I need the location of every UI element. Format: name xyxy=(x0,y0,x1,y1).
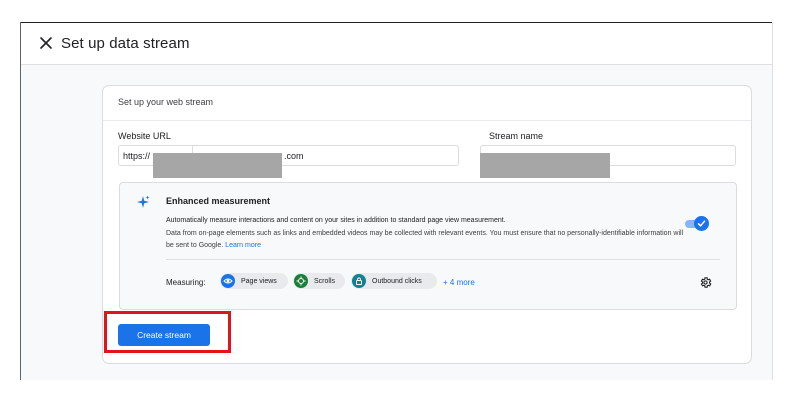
redacted-stream-name-block xyxy=(480,153,610,178)
redacted-url-block xyxy=(153,153,282,178)
eye-icon xyxy=(221,274,235,288)
url-protocol-select[interactable]: https:// xyxy=(123,151,150,161)
toggle-knob xyxy=(694,216,709,231)
crosshair-icon xyxy=(294,274,308,288)
enhanced-measurement-detail: Data from on-page elements such as links… xyxy=(166,228,686,251)
chip-label: Scrolls xyxy=(314,277,336,285)
chip-label: Page views xyxy=(241,277,277,285)
chip-outbound-clicks[interactable]: Outbound clicks xyxy=(351,273,437,289)
window-right-border xyxy=(772,22,773,380)
enhanced-measurement-panel: Enhanced measurement Automatically measu… xyxy=(119,182,737,310)
gear-icon[interactable] xyxy=(699,276,712,289)
card-title: Set up your web stream xyxy=(118,97,214,107)
enhanced-measurement-toggle[interactable] xyxy=(685,216,709,232)
page-title: Set up data stream xyxy=(61,35,190,52)
create-stream-button[interactable]: Create stream xyxy=(118,324,210,346)
chip-scrolls[interactable]: Scrolls xyxy=(293,273,345,289)
panel-divider xyxy=(166,259,720,260)
dialog-header: Set up data stream xyxy=(21,23,772,65)
learn-more-link[interactable]: Learn more xyxy=(225,242,261,249)
chip-page-views[interactable]: Page views xyxy=(220,273,288,289)
enhanced-measurement-summary: Automatically measure interactions and c… xyxy=(166,217,506,224)
close-icon[interactable] xyxy=(39,36,53,50)
web-stream-card: Set up your web stream Website URL https… xyxy=(102,85,752,364)
stream-name-label: Stream name xyxy=(489,131,544,141)
enhanced-measurement-title: Enhanced measurement xyxy=(166,196,271,206)
lock-icon xyxy=(352,274,366,288)
check-icon xyxy=(697,220,706,227)
sparkle-icon xyxy=(136,195,150,209)
more-measurements-link[interactable]: + 4 more xyxy=(443,278,475,287)
website-url-label: Website URL xyxy=(118,131,171,141)
chip-label: Outbound clicks xyxy=(372,277,422,285)
url-domain-suffix: .com xyxy=(284,151,304,161)
measuring-label: Measuring: xyxy=(166,278,206,287)
card-header: Set up your web stream xyxy=(103,86,751,121)
